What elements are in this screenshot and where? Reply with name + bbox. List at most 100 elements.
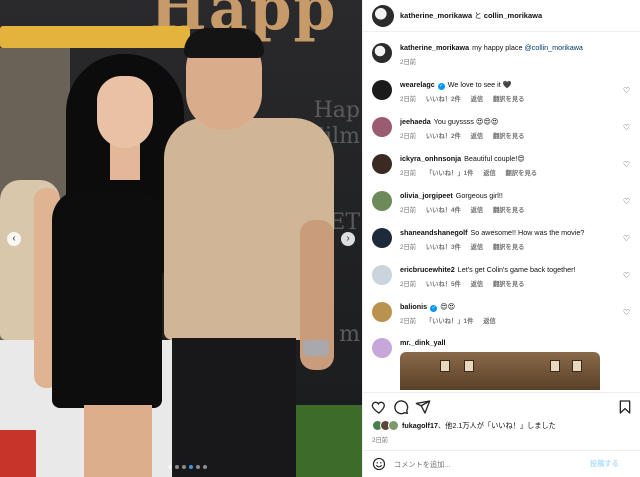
comment-meta: 2日前 いいね！3件 返信 翻訳を見る [400, 242, 620, 251]
heart-icon[interactable]: ♡ [623, 160, 630, 169]
comment-body: You guyssss 😍😍😍 [433, 117, 499, 126]
comment-time[interactable]: 2日前 [400, 133, 416, 140]
comment-like-count[interactable]: いいね！4件 [426, 207, 461, 214]
reply-button[interactable]: 返信 [471, 207, 484, 214]
coauthor-link[interactable]: collin_morikawa [484, 11, 542, 20]
likes-user[interactable]: fukagolf17 [402, 421, 438, 430]
post-media[interactable]: Happ Hap Gilm ET m ‹ › [0, 0, 362, 477]
carousel-dots [168, 465, 207, 469]
commenter-avatar[interactable] [372, 228, 392, 248]
commenter-avatar[interactable] [372, 154, 392, 174]
caption-avatar[interactable] [372, 43, 392, 63]
send-icon[interactable] [415, 399, 431, 415]
comment-text: olivia_jorgipeet Gorgeous girl!! [400, 191, 620, 201]
commenter-avatar[interactable] [372, 191, 392, 211]
heart-icon[interactable]: ♡ [623, 308, 630, 317]
post-date[interactable]: 2日前 [372, 435, 388, 444]
comment-user[interactable]: ickyra_onhnsonja [400, 154, 461, 163]
comment-icon[interactable] [393, 399, 409, 415]
comment-user[interactable]: jeehaeda [400, 117, 431, 126]
heart-icon[interactable]: ♡ [623, 271, 630, 280]
translate-button[interactable]: 翻訳を見る [493, 207, 524, 214]
translate-button[interactable]: 翻訳を見る [493, 133, 524, 140]
heart-icon[interactable] [371, 399, 387, 415]
reply-button[interactable]: 返信 [483, 170, 496, 177]
translate-button[interactable]: 翻訳を見る [493, 244, 524, 251]
bookmark-icon[interactable] [617, 399, 633, 415]
comment-row: wearelagc ✓ We love to see it 🖤 2日前 いいね！2件… [372, 80, 634, 103]
chevron-right-icon[interactable]: › [341, 232, 355, 246]
commenter-avatar[interactable] [372, 265, 392, 285]
verified-badge-icon: ✓ [430, 305, 438, 312]
commenter-avatar[interactable] [372, 117, 392, 137]
comment-user[interactable]: balionis [400, 302, 427, 311]
smiley-icon[interactable] [372, 457, 386, 471]
thumbnail-detail [464, 360, 474, 372]
reply-button[interactable]: 返信 [483, 318, 496, 325]
comment-user[interactable]: ericbrucewhite2 [400, 265, 455, 274]
author-avatar[interactable] [372, 4, 394, 27]
comment-meta: 2日前 いいね！2件 返信 翻訳を見る [400, 94, 620, 103]
comment-user[interactable]: shaneandshanegolf [400, 228, 468, 237]
post-comment-button[interactable]: 投稿する [590, 459, 619, 469]
chevron-left-icon[interactable]: ‹ [7, 232, 21, 246]
caption-user[interactable]: katherine_morikawa [400, 43, 469, 52]
comment-row: jeehaeda You guyssss 😍😍😍 2日前 いいね！2件 返信 翻訳… [372, 117, 634, 140]
heart-icon[interactable]: ♡ [623, 86, 630, 95]
heart-icon[interactable]: ♡ [623, 123, 630, 132]
reply-button[interactable]: 返信 [471, 96, 484, 103]
comment-like-count[interactable]: いいね！2件 [426, 96, 461, 103]
translate-button[interactable]: 翻訳を見る [493, 281, 524, 288]
comment-list[interactable]: katherine_morikawa my happy place @collin… [363, 32, 640, 390]
carousel-dot-active [189, 465, 193, 469]
comment-like-count[interactable]: いいね！2件 [426, 133, 461, 140]
comment-time[interactable]: 2日前 [400, 96, 416, 103]
comment-text: ericbrucewhite2 Let's get Colin's game ba… [400, 265, 620, 275]
author-link[interactable]: katherine_morikawa [400, 11, 472, 20]
comment-body: Gorgeous girl!! [455, 191, 503, 200]
commenter-avatar[interactable] [372, 80, 392, 100]
comment-text: mr._dink_yall [400, 338, 620, 348]
comment-time[interactable]: 2日前 [400, 207, 416, 214]
comment-body: 😍😍 [440, 302, 456, 311]
comment-time[interactable]: 2日前 [400, 318, 416, 325]
comment-user[interactable]: wearelagc [400, 80, 435, 89]
comment-row: ericbrucewhite2 Let's get Colin's game ba… [372, 265, 634, 288]
caption-time[interactable]: 2日前 [400, 59, 416, 66]
comment-row: balionis ✓ 😍😍 2日前 「いいね！」1件 返信 ♡ [372, 302, 634, 325]
comment-like-count[interactable]: 「いいね！」1件 [426, 170, 474, 177]
comment-user[interactable]: mr._dink_yall [400, 338, 446, 347]
comment-input[interactable] [394, 459, 584, 469]
thumbnail-detail [572, 360, 582, 372]
comment-body: We love to see it 🖤 [447, 80, 512, 89]
comment-media-thumbnail[interactable] [400, 352, 600, 390]
comment-time[interactable]: 2日前 [400, 281, 416, 288]
golf-cart-roof [0, 26, 190, 48]
likes-others[interactable]: 、他2.1万人が「いいね！」しました [438, 421, 556, 430]
translate-button[interactable]: 翻訳を見る [506, 170, 537, 177]
commenter-avatar[interactable] [372, 302, 392, 322]
heart-icon[interactable]: ♡ [623, 197, 630, 206]
golf-cart-logo [0, 430, 36, 477]
caption-mention[interactable]: @collin_morikawa [524, 43, 582, 52]
man-hair [184, 28, 264, 58]
likes-text[interactable]: fukagolf17、他2.1万人が「いいね！」しました [402, 421, 556, 431]
comment-like-count[interactable]: いいね！3件 [426, 244, 461, 251]
caption: katherine_morikawa my happy place @collin… [372, 43, 634, 66]
comment-like-count[interactable]: 「いいね！」1件 [426, 318, 474, 325]
comment-like-count[interactable]: いいね！5件 [426, 281, 461, 288]
commenter-avatar[interactable] [372, 338, 392, 358]
comment-user[interactable]: olivia_jorgipeet [400, 191, 453, 200]
heart-icon[interactable]: ♡ [623, 234, 630, 243]
comment-body: Beautiful couple!😍 [464, 154, 525, 163]
comment-meta: 2日前 いいね！5件 返信 翻訳を見る [400, 279, 620, 288]
woman-black-dress [52, 190, 162, 408]
reply-button[interactable]: 返信 [471, 244, 484, 251]
translate-button[interactable]: 翻訳を見る [493, 96, 524, 103]
comment-row: ickyra_onhnsonja Beautiful couple!😍 2日前 「… [372, 154, 634, 177]
reply-button[interactable]: 返信 [471, 281, 484, 288]
comment-time[interactable]: 2日前 [400, 244, 416, 251]
comment-time[interactable]: 2日前 [400, 170, 416, 177]
likes-summary: fukagolf17、他2.1万人が「いいね！」しました [372, 420, 556, 431]
reply-button[interactable]: 返信 [471, 133, 484, 140]
